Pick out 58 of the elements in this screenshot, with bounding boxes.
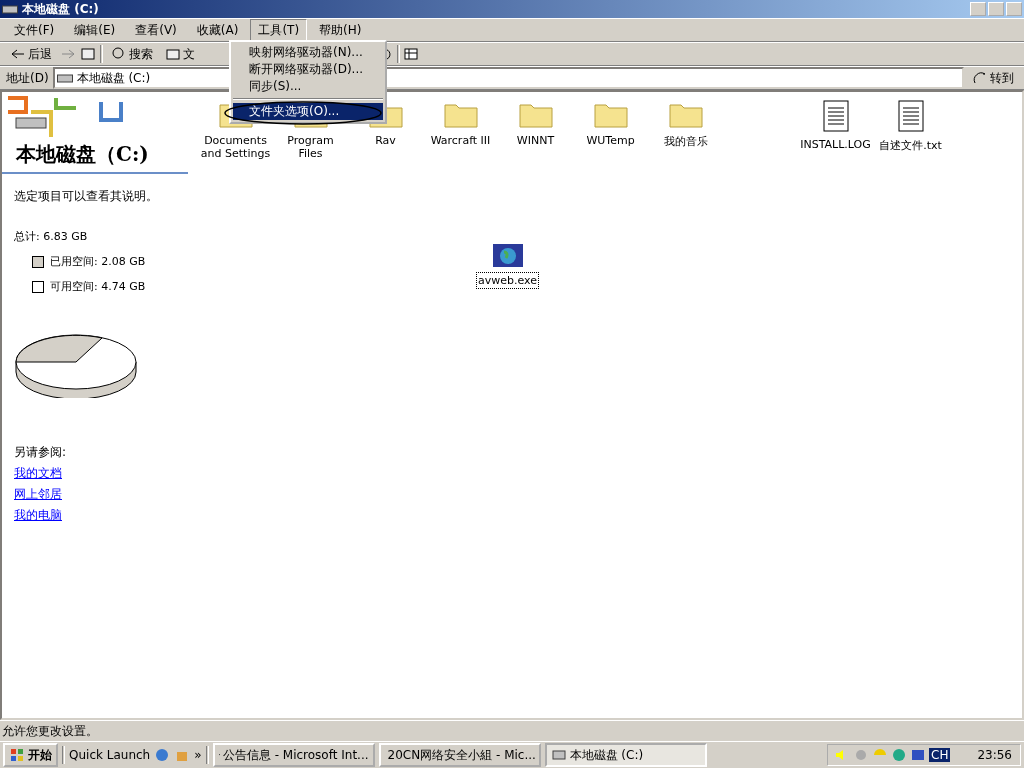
task-button[interactable]: 公告信息 - Microsoft Int... bbox=[212, 743, 375, 767]
drive-icon bbox=[56, 73, 73, 83]
menu-item[interactable]: 帮助(H) bbox=[311, 18, 370, 42]
see-also-link[interactable]: 网上邻居 bbox=[14, 486, 62, 503]
address-label: 地址(D) bbox=[6, 69, 49, 87]
globe-icon[interactable] bbox=[891, 747, 907, 763]
folders-button[interactable]: 文 bbox=[161, 43, 199, 65]
task-button[interactable]: 本地磁盘 (C:) bbox=[544, 743, 707, 767]
item-label[interactable]: Program Files bbox=[273, 132, 348, 162]
network-icon[interactable] bbox=[853, 747, 869, 763]
up-folder-icon[interactable] bbox=[80, 46, 96, 62]
close-button[interactable] bbox=[1006, 2, 1022, 16]
menu-item[interactable]: 编辑(E) bbox=[66, 18, 124, 42]
see-also-label: 另请参阅: bbox=[14, 444, 68, 461]
grid-icon[interactable] bbox=[910, 747, 926, 763]
item-label[interactable]: 自述文件.txt bbox=[877, 136, 944, 155]
text-file-icon bbox=[822, 100, 849, 132]
menu-item[interactable]: 收藏(A) bbox=[188, 18, 247, 42]
menu-entry[interactable]: 文件夹选项(O)... bbox=[233, 103, 383, 120]
item-label[interactable]: Documents and Settings bbox=[198, 132, 273, 162]
menu-item[interactable]: 查看(V) bbox=[127, 18, 185, 42]
back-button[interactable]: 后退 bbox=[6, 43, 56, 65]
legend-text: 可用空间: 4.74 GB bbox=[50, 279, 146, 294]
text-file-icon bbox=[897, 100, 924, 132]
item-label[interactable]: Warcraft III bbox=[428, 132, 493, 149]
menu-entry[interactable]: 映射网络驱动器(N)... bbox=[233, 44, 383, 61]
search-icon[interactable] bbox=[111, 46, 127, 62]
see-also-link[interactable]: 我的文档 bbox=[14, 465, 62, 482]
item-label[interactable]: avweb.exe bbox=[476, 272, 539, 289]
menu-item[interactable]: 文件(F) bbox=[6, 18, 63, 42]
windows-flag-icon[interactable] bbox=[9, 747, 25, 763]
total-size: 总计: 6.83 GB bbox=[14, 229, 89, 244]
item-label[interactable]: Rav bbox=[373, 132, 398, 149]
start-button[interactable]: 开始 bbox=[3, 743, 58, 767]
folders-icon[interactable] bbox=[165, 46, 181, 62]
drive-title: 本地磁盘（C:) bbox=[16, 141, 149, 168]
see-also-link[interactable]: 我的电脑 bbox=[14, 507, 62, 524]
task-button[interactable]: 20CN网络安全小組 - Mic... bbox=[378, 743, 541, 767]
language-indicator[interactable]: CH bbox=[929, 748, 951, 762]
more-chevron[interactable]: » bbox=[194, 748, 202, 762]
globe-program-icon bbox=[491, 242, 524, 268]
item-label[interactable]: 我的音乐 bbox=[661, 132, 710, 151]
window-title: 本地磁盘 (C:) bbox=[22, 0, 99, 18]
search-button[interactable]: 搜索 bbox=[107, 43, 157, 65]
drive-icon bbox=[2, 4, 18, 14]
restore-button[interactable] bbox=[988, 2, 1004, 16]
status-text: 允许您更改设置。 bbox=[0, 720, 1024, 741]
minimize-button[interactable] bbox=[970, 2, 986, 16]
quick-launch-label: Quick Launch bbox=[69, 748, 151, 762]
item-label[interactable]: WUTemp bbox=[584, 132, 637, 149]
browser-e-icon[interactable] bbox=[154, 747, 171, 763]
legend-text: 已用空间: 2.08 GB bbox=[50, 254, 146, 269]
item-label[interactable]: INSTALL.LOG bbox=[798, 136, 873, 153]
hint-text: 选定项目可以查看其说明。 bbox=[14, 188, 159, 205]
go-button[interactable]: 转到 bbox=[968, 67, 1018, 89]
clock-time: 23:56 bbox=[977, 748, 1012, 762]
views-grid-icon[interactable] bbox=[404, 46, 420, 62]
item-label[interactable]: WINNT bbox=[514, 132, 557, 149]
